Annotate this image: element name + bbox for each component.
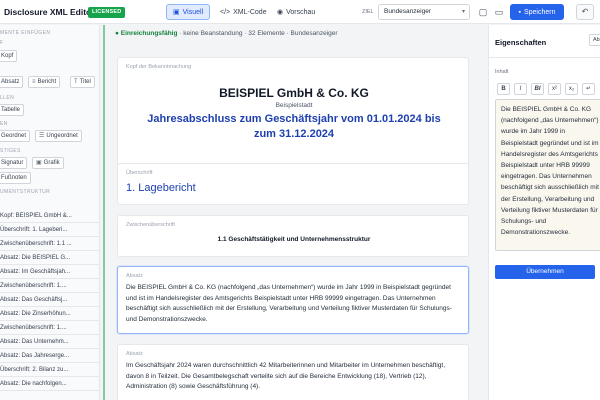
properties-title: Eigenschaften [495,38,547,47]
bold-button[interactable]: B [497,83,510,95]
tables-section-label: LLEN [0,95,15,101]
insert-geordnet-button[interactable]: Geordnet [0,130,31,142]
undo-button[interactable]: ↶ [576,4,594,20]
bold-italic-button[interactable]: BI [531,83,544,95]
validation-status: ● Einreichungsfähig · keine Beanstandung… [115,30,338,37]
structure-item[interactable]: Zwischenüberschrift: 1.1 ... [0,237,99,251]
new-file-icon[interactable]: ▢ [477,6,489,18]
structure-item[interactable]: Absatz: Die nachfolgen... [0,377,99,391]
ziel-label: ZIEL [362,9,374,15]
card-label: Überschrift [126,170,153,176]
check-icon: ● [115,30,119,37]
structure-item[interactable]: Absatz: Die BEISPIEL G... [0,251,99,265]
structure-section-label: UMENTSTRUKTUR [0,189,51,195]
mode-xml-button[interactable]: </> XML-Code [214,4,273,20]
superscript-button[interactable]: x² [548,83,561,95]
structure-item[interactable]: Absatz: Die Zinserhöhun... [0,307,99,321]
italic-button[interactable]: I [514,83,527,95]
lists-section-label: EN [0,121,8,127]
structure-item[interactable]: Absatz: Das Unternehm... [0,335,99,349]
structure-item[interactable]: Zwischenüberschrift: 1.... [0,279,99,293]
insert-sub-label: F [0,40,4,46]
ziel-select[interactable]: Bundesanzeiger ▾ [378,4,470,20]
element-type-tab[interactable]: Absa [589,34,600,46]
insert-absatz-button[interactable]: Absatz [0,76,24,88]
company-city: Beispielstadt [275,102,313,109]
paragraph-text: Im Geschäftsjahr 2024 waren durchschnitt… [126,362,446,390]
card-label: Absatz [126,273,143,279]
insert-kopf-button[interactable]: Kopf [0,50,18,62]
code-icon: </> [220,8,231,16]
paragraph-card[interactable]: Absatz Im Geschäftsjahr 2024 waren durch… [117,344,469,400]
paragraph-text: Die BEISPIEL GmbH & Co. KG (nachfolgend … [126,284,452,323]
heading-card[interactable]: Überschrift 1. Lagebericht [117,163,469,205]
structure-item[interactable]: Absatz: Im Geschäftsjah... [0,265,99,279]
floppy-icon: ▪ [518,8,521,16]
content-label: Inhalt [495,69,509,75]
insert-bericht-button[interactable]: ≡ Bericht [28,76,61,88]
eye-icon: ◉ [277,9,284,16]
subheading-card[interactable]: Zwischenüberschrift 1.1 Geschäftstätigke… [117,215,469,257]
insert-ungeordnet-button[interactable]: ☰ Ungeordnet [35,130,82,142]
structure-item[interactable]: Überschrift: 2. Bilanz zu... [0,363,99,377]
layout-icon: ▣ [173,9,180,16]
validation-bar [103,25,105,400]
insert-titel-button[interactable]: T Titel [70,76,95,88]
top-bar: Disclosure XML Editor LICENSED ▣ Visuell… [0,0,600,24]
other-section-label: STIGES [0,148,21,154]
insert-signatur-button[interactable]: Signatur [0,157,28,169]
header-card[interactable]: Kopf der Bekanntmachung BEISPIEL GmbH & … [117,57,469,175]
document-title: Jahresabschluss zum Geschäftsjahr vom 01… [147,113,441,140]
license-badge: LICENSED [88,7,126,18]
save-button[interactable]: ▪ Speichern [510,4,564,20]
structure-item[interactable]: Zwischenüberschrift: 1.... [0,321,99,335]
subheading-text: 1.1 Geschäftstätigkeit und Unternehmenss… [217,236,371,243]
structure-item[interactable]: Kopf: BEISPIEL GmbH &... [0,209,99,223]
structure-item[interactable]: Absatz: Das Geschäftsj... [0,293,99,307]
divider [489,57,600,58]
apply-button[interactable]: Übernehmen [495,265,595,279]
line-break-button[interactable]: ↵ [582,83,595,95]
company-name: BEISPIEL GmbH & Co. KG [219,86,369,100]
card-label: Zwischenüberschrift [126,222,175,228]
app-title: Disclosure XML Editor [4,7,95,17]
card-label: Absatz [126,351,143,357]
mode-preview-button[interactable]: ◉ Vorschau [271,4,321,20]
heading-text: 1. Lagebericht [126,182,196,194]
insert-grafik-button[interactable]: ▣ Grafik [32,157,64,169]
card-label: Kopf der Bekanntmachung [126,64,192,70]
chevron-down-icon: ▾ [461,9,465,15]
text-icon: T [74,79,78,85]
insert-fussnoten-button[interactable]: Fußnoten [0,172,31,184]
paragraph-card-selected[interactable]: Absatz Die BEISPIEL GmbH & Co. KG (nachf… [117,266,469,334]
lines-icon: ≡ [32,79,36,85]
image-icon: ▣ [36,160,42,166]
properties-panel: Eigenschaften Absa Inhalt B I BI x² x₂ ↵… [488,25,600,400]
content-textarea[interactable]: Die BEISPIEL GmbH & Co. KG (nachfolgend … [495,99,600,251]
document-canvas: ● Einreichungsfähig · keine Beanstandung… [101,25,487,400]
mode-visual-button[interactable]: ▣ Visuell [166,4,211,20]
open-folder-icon[interactable]: ▭ [493,6,505,18]
bullet-list-icon: ☰ [39,133,45,139]
insert-section-label: MENTE EINFÜGEN [0,30,51,36]
left-sidebar: MENTE EINFÜGEN F Kopf Absatz ≡ Bericht TT… [0,25,100,400]
structure-item[interactable]: Absatz: Das Jahresergе... [0,349,99,363]
insert-tabelle-button[interactable]: Tabelle [0,104,25,116]
subscript-button[interactable]: x₂ [565,83,578,95]
structure-item[interactable]: Überschrift: 1. Lageberi... [0,223,99,237]
